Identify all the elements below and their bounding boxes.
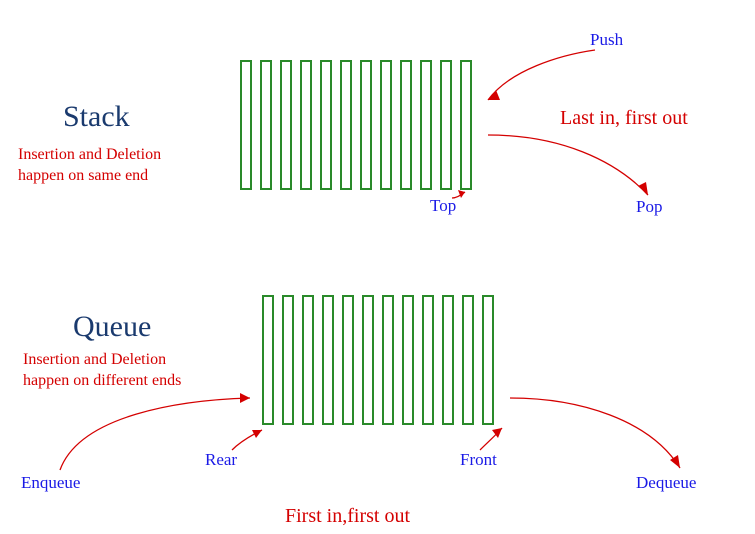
bar	[400, 60, 412, 190]
pop-label: Pop	[636, 197, 662, 217]
bar	[382, 295, 394, 425]
rear-label: Rear	[205, 450, 237, 470]
bar	[302, 295, 314, 425]
bar	[360, 60, 372, 190]
queue-bars	[262, 295, 494, 425]
bar	[280, 60, 292, 190]
queue-caption: Insertion and Deletion happen on differe…	[23, 350, 181, 392]
bar	[282, 295, 294, 425]
bar	[380, 60, 392, 190]
bar	[422, 295, 434, 425]
bar	[420, 60, 432, 190]
push-label: Push	[590, 30, 623, 50]
front-label: Front	[460, 450, 497, 470]
stack-caption: Insertion and Deletion happen on same en…	[18, 145, 161, 187]
enqueue-label: Enqueue	[21, 473, 80, 493]
queue-policy: First in,first out	[285, 503, 410, 529]
bar	[262, 295, 274, 425]
bar	[240, 60, 252, 190]
stack-title: Stack	[63, 100, 130, 134]
bar	[362, 295, 374, 425]
stack-bars	[240, 60, 472, 190]
dequeue-label: Dequeue	[636, 473, 696, 493]
bar	[440, 60, 452, 190]
bar	[482, 295, 494, 425]
bar	[402, 295, 414, 425]
stack-policy: Last in, first out	[560, 105, 688, 131]
bar	[322, 295, 334, 425]
bar	[260, 60, 272, 190]
bar	[340, 60, 352, 190]
bar	[462, 295, 474, 425]
queue-title: Queue	[73, 310, 151, 344]
bar	[342, 295, 354, 425]
bar	[442, 295, 454, 425]
bar	[460, 60, 472, 190]
bar	[320, 60, 332, 190]
top-label: Top	[430, 196, 456, 216]
bar	[300, 60, 312, 190]
